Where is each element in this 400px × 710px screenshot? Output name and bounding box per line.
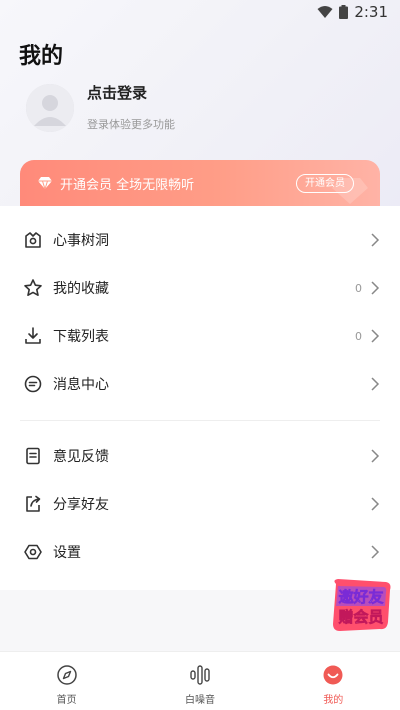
download-icon	[25, 327, 41, 344]
invite-line1: 邀好友	[338, 588, 383, 606]
invite-line2: 赠会员	[338, 608, 383, 626]
vip-banner[interactable]: 开通会员 全场无限畅听 开通会员	[20, 160, 380, 206]
vip-promo-text: 开通会员 全场无限畅听	[60, 177, 195, 193]
chevron-right-icon	[371, 449, 380, 463]
chevron-right-icon	[371, 281, 380, 295]
chevron-right-icon	[371, 497, 380, 511]
menu-label: 我的收藏	[53, 281, 109, 297]
tab-white-noise[interactable]: 白噪音	[133, 652, 266, 710]
menu-count: 0	[355, 329, 362, 343]
login-subtitle: 登录体验更多功能	[87, 118, 175, 131]
tab-label: 首页	[56, 695, 77, 706]
diamond-icon	[38, 177, 52, 189]
white-noise-icon	[190, 665, 210, 685]
compass-icon	[56, 665, 77, 685]
profile-smile-icon	[323, 665, 343, 685]
login-title[interactable]: 点击登录	[87, 82, 175, 103]
menu-item-settings[interactable]: 设置	[0, 528, 400, 576]
share-icon	[26, 495, 41, 512]
wifi-icon	[317, 6, 333, 18]
menu-label: 心事树洞	[53, 233, 109, 249]
menu-item-messages[interactable]: 消息中心	[0, 360, 400, 408]
menu-item-share[interactable]: 分享好友	[0, 480, 400, 528]
menu-item-favorites[interactable]: 我的收藏 0	[0, 264, 400, 312]
chevron-right-icon	[371, 377, 380, 391]
profile-login[interactable]: 点击登录 登录体验更多功能	[26, 84, 175, 132]
menu-label: 下载列表	[53, 329, 109, 345]
settings-icon	[24, 544, 42, 560]
bottom-tab-bar: 首页 白噪音 我的	[0, 651, 400, 710]
tab-label: 我的	[323, 695, 344, 706]
menu-count: 0	[355, 281, 362, 295]
menu-card: 心事树洞 我的收藏 0 下载列表 0 消息中心 意见反馈 分享好友 设置	[0, 206, 400, 590]
status-bar: 2:31	[0, 0, 400, 24]
message-icon	[24, 375, 42, 393]
tab-home[interactable]: 首页	[0, 652, 133, 710]
chevron-right-icon	[371, 545, 380, 559]
menu-label: 消息中心	[53, 377, 109, 393]
default-avatar-icon	[26, 84, 74, 132]
chevron-right-icon	[371, 329, 380, 343]
tab-label: 白噪音	[184, 695, 215, 706]
menu-item-downloads[interactable]: 下载列表 0	[0, 312, 400, 360]
menu-label: 设置	[53, 545, 81, 561]
open-vip-button[interactable]: 开通会员	[296, 174, 354, 193]
chevron-right-icon	[371, 233, 380, 247]
star-icon	[24, 279, 42, 296]
treehole-icon	[25, 232, 41, 248]
status-time: 2:31	[354, 3, 388, 21]
battery-icon	[339, 5, 349, 19]
menu-label: 意见反馈	[53, 449, 109, 465]
menu-item-feedback[interactable]: 意见反馈	[0, 432, 400, 480]
invite-friends-badge[interactable]: 邀好友 赠会员	[328, 578, 394, 634]
avatar[interactable]	[26, 84, 74, 132]
tab-mine[interactable]: 我的	[267, 652, 400, 710]
menu-label: 分享好友	[53, 497, 109, 513]
menu-item-treehole[interactable]: 心事树洞	[0, 216, 400, 264]
page-title: 我的	[19, 44, 64, 69]
menu-divider	[20, 420, 380, 421]
feedback-icon	[26, 447, 40, 465]
